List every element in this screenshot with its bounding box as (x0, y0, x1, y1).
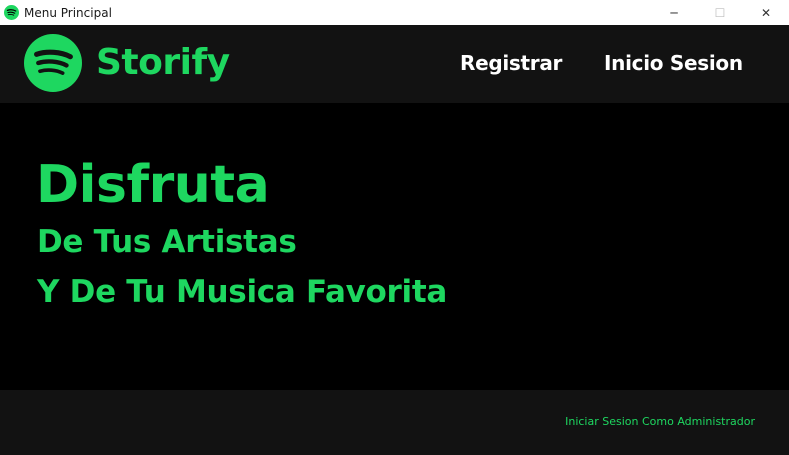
spotify-logo-icon (4, 5, 19, 20)
maximize-button[interactable]: ☐ (697, 0, 743, 25)
footer-bar: Iniciar Sesion Como Administrador (0, 390, 789, 455)
close-button[interactable]: ✕ (743, 0, 789, 25)
hero-section: Disfruta De Tus Artistas Y De Tu Musica … (0, 103, 789, 390)
hero-title: Disfruta (36, 155, 270, 215)
minimize-button[interactable]: ─ (651, 0, 697, 25)
admin-login-link[interactable]: Iniciar Sesion Como Administrador (565, 415, 755, 429)
window-title: Menu Principal (24, 5, 112, 20)
hero-subtitle-line-2: Y De Tu Musica Favorita (37, 274, 448, 310)
brand-name: Storify (96, 42, 230, 83)
register-link[interactable]: Registrar (460, 51, 562, 75)
header-bar: Storify Registrar Inicio Sesion (0, 25, 789, 103)
login-link[interactable]: Inicio Sesion (604, 51, 743, 75)
spotify-logo-icon (24, 34, 82, 92)
title-bar: Menu Principal ─ ☐ ✕ (0, 0, 789, 25)
hero-subtitle-line-1: De Tus Artistas (37, 224, 297, 260)
app-window: Menu Principal ─ ☐ ✕ Storify Registrar I… (0, 0, 789, 455)
window-controls: ─ ☐ ✕ (651, 0, 789, 25)
